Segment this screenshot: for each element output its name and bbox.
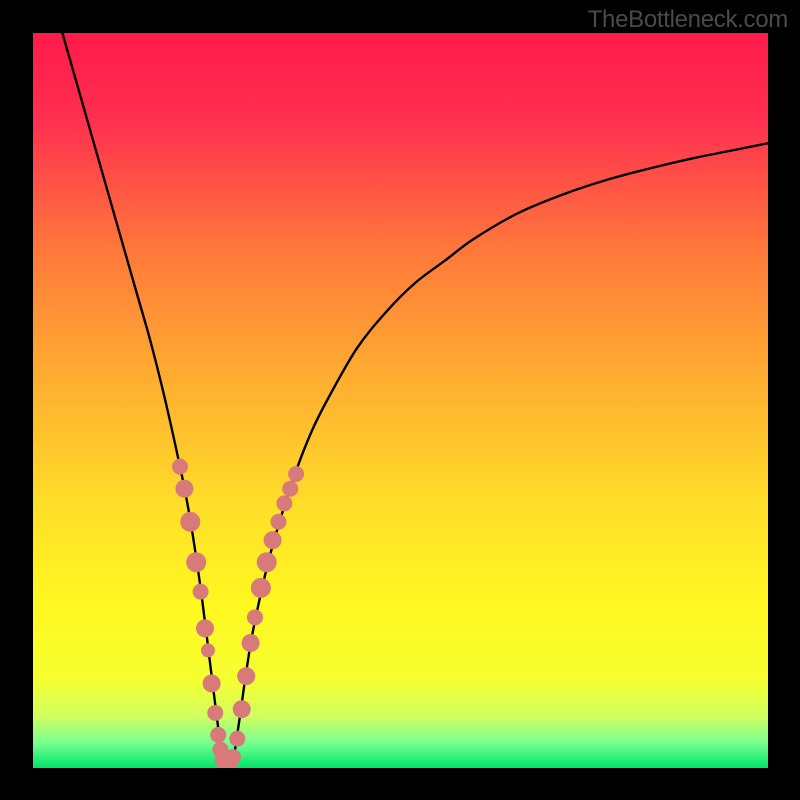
plot-area [33,33,768,768]
marker-point [225,749,241,765]
marker-point [193,584,209,600]
marker-point [207,705,223,721]
marker-point [237,667,255,685]
marker-point [288,466,304,482]
marker-point [257,552,277,572]
marker-point [229,731,245,747]
chart-frame: TheBottleneck.com [0,0,800,800]
marker-point [264,531,282,549]
marker-point [210,727,226,743]
gradient-background [33,33,768,768]
watermark-text: TheBottleneck.com [588,6,788,34]
marker-point [196,619,214,637]
marker-point [247,609,263,625]
marker-point [186,552,206,572]
marker-point [172,459,188,475]
chart-svg [33,33,768,768]
marker-point [175,480,193,498]
marker-point [180,512,200,532]
marker-point [203,674,221,692]
marker-point [242,634,260,652]
marker-point [276,495,292,511]
marker-point [251,578,271,598]
marker-point [282,481,298,497]
marker-point [201,643,215,657]
marker-point [233,700,251,718]
marker-point [270,514,286,530]
